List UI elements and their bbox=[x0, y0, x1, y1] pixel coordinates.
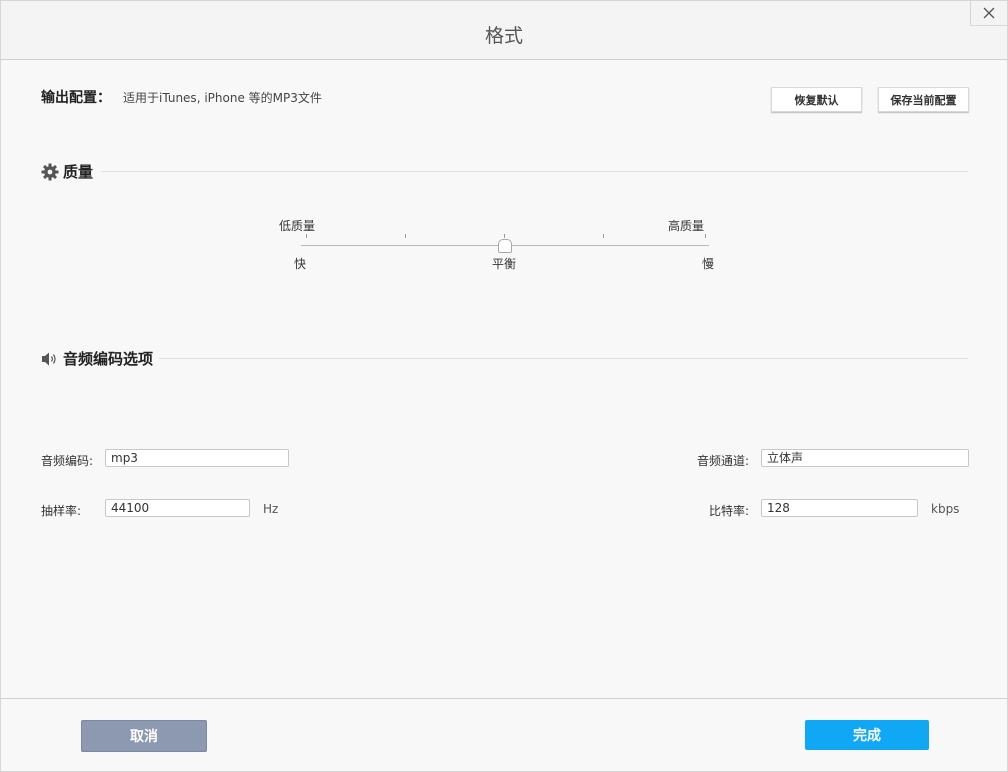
bitrate-unit: kbps bbox=[931, 502, 960, 516]
slider-thumb[interactable] bbox=[498, 239, 512, 253]
audio-channel-label: 音频通道: bbox=[697, 454, 750, 468]
format-dialog: 格式 输出配置： 适用于iTunes, iPhone 等的MP3文件 恢复默认 … bbox=[0, 0, 1008, 772]
audio-section-header: 音频编码选项 bbox=[41, 348, 153, 369]
audio-section-title: 音频编码选项 bbox=[63, 350, 154, 368]
quality-section-title: 质量 bbox=[63, 163, 94, 181]
title-bar: 格式 bbox=[1, 1, 1007, 60]
audio-channel-field[interactable] bbox=[761, 449, 969, 467]
slider-tick bbox=[306, 234, 307, 238]
slider-tick bbox=[603, 234, 604, 238]
sample-rate-unit: Hz bbox=[263, 502, 279, 516]
slider-tick bbox=[405, 234, 406, 238]
save-current-config-button[interactable]: 保存当前配置 bbox=[878, 87, 969, 112]
cancel-button[interactable]: 取消 bbox=[81, 720, 207, 752]
footer-divider bbox=[1, 698, 1007, 699]
output-config-label: 输出配置： bbox=[41, 90, 111, 106]
audio-divider bbox=[159, 358, 968, 359]
quality-slider[interactable]: 低质量 高质量 快 平衡 慢 bbox=[279, 217, 714, 277]
slider-tick bbox=[705, 234, 706, 238]
sample-rate-field[interactable] bbox=[105, 499, 250, 517]
slider-tick bbox=[504, 234, 505, 238]
slow-label: 慢 bbox=[702, 257, 715, 271]
gear-icon bbox=[41, 163, 59, 180]
restore-default-button[interactable]: 恢复默认 bbox=[771, 87, 862, 112]
done-button[interactable]: 完成 bbox=[805, 720, 929, 750]
sample-rate-label: 抽样率: bbox=[41, 504, 82, 518]
close-icon bbox=[983, 7, 995, 19]
quality-divider bbox=[101, 171, 968, 172]
bitrate-label: 比特率: bbox=[709, 504, 750, 518]
audio-codec-field[interactable] bbox=[105, 449, 289, 467]
speaker-icon bbox=[42, 352, 56, 365]
output-config-value: 适用于iTunes, iPhone 等的MP3文件 bbox=[123, 91, 322, 105]
quality-section-header: 质量 bbox=[41, 161, 93, 182]
audio-codec-label: 音频编码: bbox=[41, 454, 94, 468]
close-button[interactable] bbox=[970, 1, 1007, 26]
balanced-label: 平衡 bbox=[492, 257, 517, 271]
dialog-title: 格式 bbox=[484, 25, 523, 47]
bitrate-field[interactable] bbox=[761, 499, 918, 517]
high-quality-label: 高质量 bbox=[668, 219, 705, 233]
fast-label: 快 bbox=[294, 257, 307, 271]
low-quality-label: 低质量 bbox=[279, 219, 316, 233]
